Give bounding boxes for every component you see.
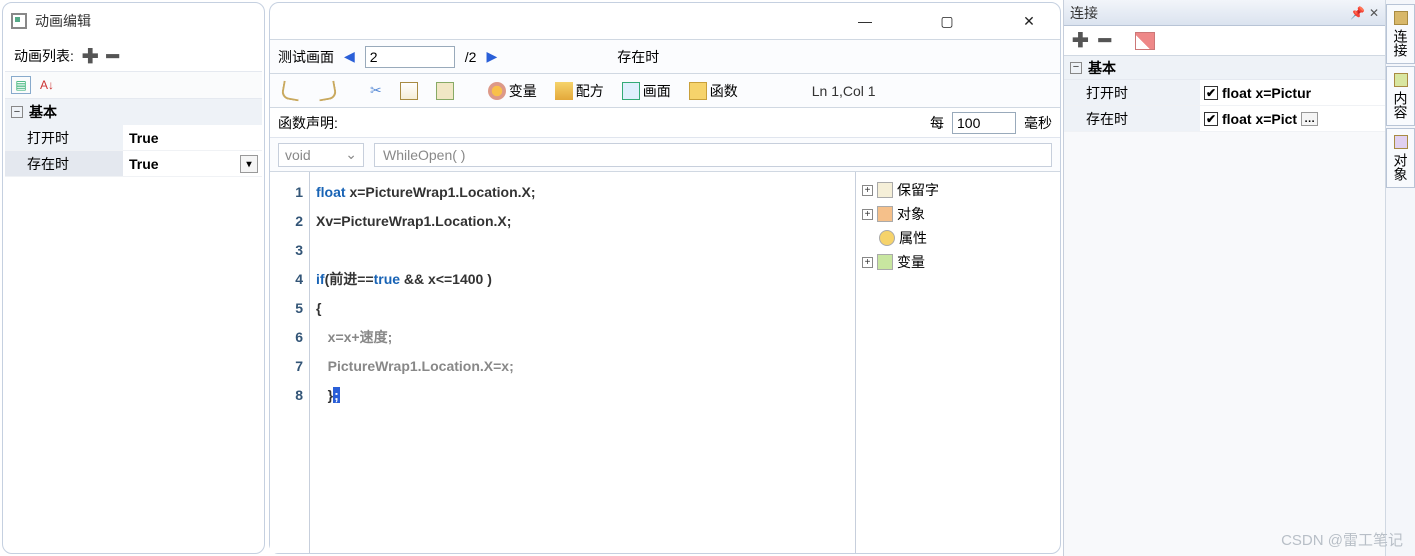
func-decl-label: 函数声明: [278,113,338,133]
app-icon [11,13,27,29]
func-decl-row: 函数声明: 每 毫秒 [270,107,1060,137]
watermark: CSDN @雷工笔记 [1281,529,1403,550]
checkbox-icon[interactable]: ✔ [1204,86,1218,100]
maximize-button[interactable]: ▢ [926,5,968,37]
left-toolbar: ▤ A↓ [5,71,262,99]
left-title: 动画编辑 [35,11,91,31]
tab-object[interactable]: 对象 [1386,128,1415,188]
prop-row-exist[interactable]: 存在时 True ▾ [5,151,262,177]
copy-button[interactable] [396,78,422,104]
remove-icon[interactable]: ━ [107,44,119,69]
interval-input[interactable] [952,112,1016,134]
pin-icon[interactable]: 📌 [1350,6,1365,20]
chevron-down-icon: ⌄ [345,146,357,163]
function-name-field[interactable]: WhileOpen( ) [374,143,1052,167]
collapse-icon[interactable]: − [11,106,23,118]
tree-properties[interactable]: 属性 [862,226,1054,250]
editor-toolbar: ✂ 变量 配方 画面 函数 Ln 1,Col 1 [270,73,1060,107]
right-toolbar: ✚ ━ [1064,26,1385,56]
paste-button[interactable] [432,78,458,104]
right-category[interactable]: − 基本 [1064,56,1385,80]
prop-name: 打开时 [27,128,69,148]
page-total: /2 [465,49,477,65]
tab-connection[interactable]: 连接 [1386,4,1415,64]
browse-button[interactable]: … [1301,112,1318,126]
minimize-button[interactable]: — [844,5,886,37]
add-icon[interactable]: ✚ [1072,28,1089,53]
right-title: 连接 [1070,3,1098,23]
prop-value: True [129,130,159,146]
ms-unit: 毫秒 [1024,113,1052,133]
prop-row-open[interactable]: 打开时 True [5,125,262,151]
code-body[interactable]: float x=PictureWrap1.Location.X; Xv=Pict… [310,172,856,553]
page-nav: 测试画面 ◀ /2 ▶ 存在时 [270,39,1060,73]
anim-list-row: 动画列表: ✚ ━ [5,41,262,71]
tab-content[interactable]: 内容 [1386,66,1415,126]
left-titlebar: 动画编辑 [3,3,264,39]
chart-icon[interactable] [1135,32,1155,50]
anim-list-label: 动画列表: [14,46,74,66]
sort-az-icon[interactable]: A↓ [37,76,57,94]
collapse-icon[interactable]: − [1070,62,1082,74]
cursor-position: Ln 1,Col 1 [752,83,876,99]
undo-button[interactable] [278,78,304,104]
prop-value: True [129,156,159,172]
tree-objects[interactable]: +对象 [862,202,1054,226]
variable-button[interactable]: 变量 [484,78,541,104]
recipe-button[interactable]: 配方 [551,78,608,104]
side-tabs: 连接 内容 对象 [1385,0,1415,556]
editor-window: — ▢ ✕ 测试画面 ◀ /2 ▶ 存在时 ✂ 变量 配方 画面 函数 Ln 1… [269,2,1061,554]
next-page-icon[interactable]: ▶ [486,48,497,65]
return-type-select[interactable]: void⌄ [278,143,364,167]
animation-edit-window: 动画编辑 动画列表: ✚ ━ ▤ A↓ − 基本 打开时 True 存在时 [2,2,265,554]
add-icon[interactable]: ✚ [82,44,99,69]
cut-button[interactable]: ✂ [366,78,386,104]
close-button[interactable]: ✕ [1008,5,1050,37]
dropdown-icon[interactable]: ▾ [240,155,258,173]
left-category[interactable]: − 基本 [5,99,262,125]
text-cursor: ; [333,387,340,403]
nav-event-label: 存在时 [617,47,659,67]
checkbox-icon[interactable]: ✔ [1204,112,1218,126]
editor-titlebar: — ▢ ✕ [270,3,1060,39]
right-header: 连接 📌 ✕ [1064,0,1385,26]
function-button[interactable]: 函数 [685,78,742,104]
conn-row-open[interactable]: 打开时 ✔float x=Pictur [1064,80,1385,106]
connection-panel: 连接 📌 ✕ ✚ ━ − 基本 打开时 ✔float x=Pictur 存在时 … [1063,0,1385,556]
symbol-tree: +保留字 +对象 属性 +变量 [856,172,1060,553]
code-editor[interactable]: 12 34 56 78 float x=PictureWrap1.Locatio… [270,172,856,553]
page-input[interactable] [365,46,455,68]
close-icon[interactable]: ✕ [1369,6,1379,20]
signature-row: void⌄ WhileOpen( ) [270,137,1060,171]
tree-keywords[interactable]: +保留字 [862,178,1054,202]
prop-name: 存在时 [27,154,69,174]
category-label: 基本 [29,102,57,122]
conn-row-exist[interactable]: 存在时 ✔float x=Pict… [1064,106,1385,132]
redo-button[interactable] [314,78,340,104]
categorize-icon[interactable]: ▤ [11,76,31,94]
line-gutter: 12 34 56 78 [270,172,310,553]
every-label: 每 [930,113,944,133]
remove-icon[interactable]: ━ [1099,28,1111,53]
nav-label: 测试画面 [278,47,334,67]
screen-button[interactable]: 画面 [618,78,675,104]
tree-variables[interactable]: +变量 [862,250,1054,274]
prev-page-icon[interactable]: ◀ [344,48,355,65]
